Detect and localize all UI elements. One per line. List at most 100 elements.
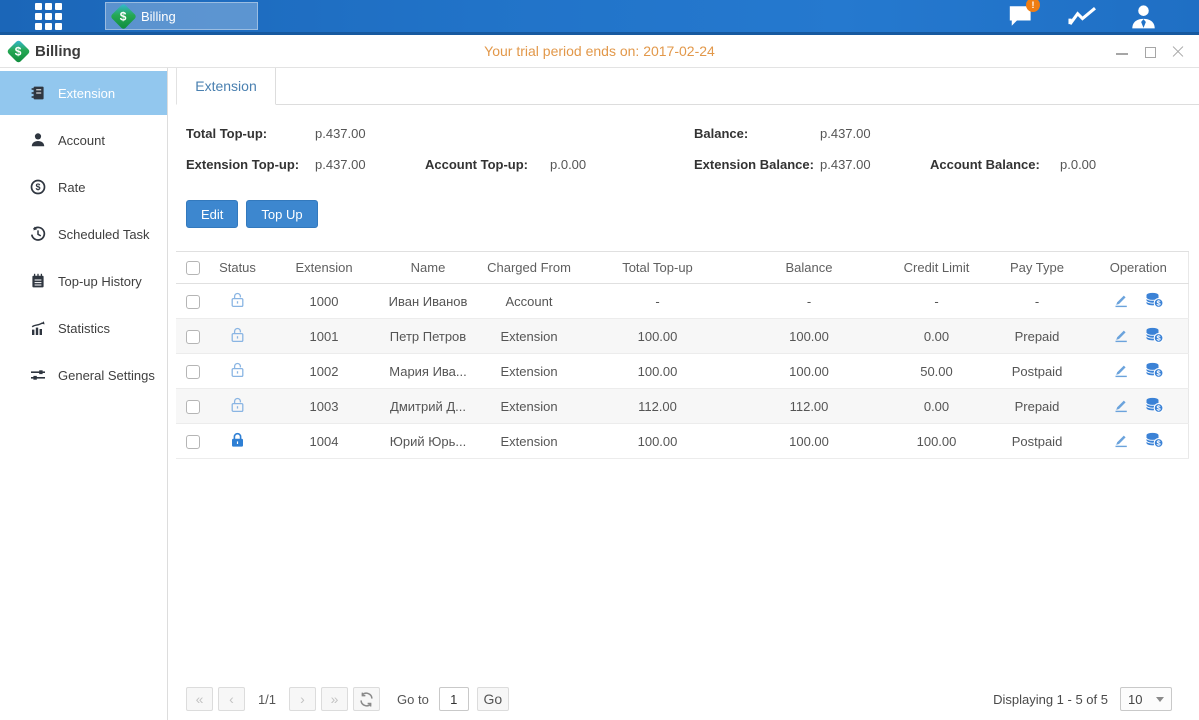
account-balance-label: Account Balance: xyxy=(930,157,1060,172)
status-unlocked-icon[interactable] xyxy=(230,327,245,346)
cell-name: Юрий Юрь... xyxy=(383,424,473,459)
top-up-row-icon[interactable]: $ xyxy=(1145,397,1164,416)
status-locked-icon[interactable] xyxy=(230,432,245,451)
top-up-button[interactable]: Top Up xyxy=(246,200,317,228)
extension-balance-label: Extension Balance: xyxy=(694,157,820,172)
bar-chart-icon xyxy=(30,320,46,336)
cell-name: Петр Петров xyxy=(383,319,473,354)
edit-row-icon[interactable] xyxy=(1113,397,1129,416)
messages-icon[interactable]: ! xyxy=(1005,2,1037,30)
cell-total-topup: 100.00 xyxy=(585,319,730,354)
edit-row-icon[interactable] xyxy=(1113,432,1129,451)
cell-extension: 1001 xyxy=(265,319,383,354)
column-header-total-topup: Total Top-up xyxy=(585,252,730,284)
top-up-row-icon[interactable]: $ xyxy=(1145,327,1164,346)
sidebar-item-label: Rate xyxy=(58,180,85,195)
top-up-row-icon[interactable]: $ xyxy=(1145,292,1164,311)
notification-badge: ! xyxy=(1026,0,1040,12)
clock-icon xyxy=(30,226,46,242)
sidebar-item-scheduled-task[interactable]: Scheduled Task xyxy=(0,212,167,256)
account-topup-label: Account Top-up: xyxy=(425,157,550,172)
maximize-button[interactable] xyxy=(1143,45,1157,59)
select-all-checkbox[interactable] xyxy=(186,261,200,275)
sidebar-item-account[interactable]: Account xyxy=(0,118,167,162)
balance-value: p.437.00 xyxy=(820,126,871,141)
cell-pay-type: Prepaid xyxy=(985,389,1089,424)
window-titlebar: $ Billing Your trial period ends on: 201… xyxy=(0,35,1199,68)
column-header-extension: Extension xyxy=(265,252,383,284)
minimize-button[interactable] xyxy=(1115,45,1129,59)
extension-topup-label: Extension Top-up: xyxy=(186,157,315,172)
page-size-value: 10 xyxy=(1128,692,1142,707)
cell-pay-type: - xyxy=(985,284,1089,319)
last-page-button[interactable]: » xyxy=(321,687,348,711)
trial-notice: Your trial period ends on: 2017-02-24 xyxy=(484,43,715,59)
sidebar-item-label: General Settings xyxy=(58,368,155,383)
window-title-group: $ Billing xyxy=(10,43,81,60)
cell-charged-from: Extension xyxy=(473,319,585,354)
sidebar-item-label: Account xyxy=(58,133,105,148)
cell-charged-from: Extension xyxy=(473,424,585,459)
summary-panel: Total Top-up: p.437.00 Extension Top-up:… xyxy=(186,105,1199,180)
cell-total-topup: 100.00 xyxy=(585,354,730,389)
sidebar-item-statistics[interactable]: Statistics xyxy=(0,306,167,350)
edit-button[interactable]: Edit xyxy=(186,200,238,228)
status-unlocked-icon[interactable] xyxy=(230,362,245,381)
top-up-row-icon[interactable]: $ xyxy=(1145,362,1164,381)
prev-page-button[interactable]: ‹ xyxy=(218,687,245,711)
cell-name: Дмитрий Д... xyxy=(383,389,473,424)
page-size-select[interactable]: 10 xyxy=(1120,687,1172,711)
column-header-credit-limit: Credit Limit xyxy=(888,252,985,284)
goto-label: Go to xyxy=(397,692,429,707)
goto-page-input[interactable] xyxy=(439,687,469,711)
edit-row-icon[interactable] xyxy=(1113,292,1129,311)
total-topup-label: Total Top-up: xyxy=(186,126,315,141)
row-checkbox[interactable] xyxy=(186,330,200,344)
row-checkbox[interactable] xyxy=(186,365,200,379)
action-buttons: Edit Top Up xyxy=(186,200,1199,228)
cell-charged-from: Extension xyxy=(473,354,585,389)
table-row: 1002 Мария Ива... Extension 100.00 100.0… xyxy=(176,354,1188,389)
column-header-operation: Operation xyxy=(1089,252,1188,284)
sidebar-item-rate[interactable]: $ Rate xyxy=(0,165,167,209)
refresh-button[interactable] xyxy=(353,687,380,711)
main-content: Extension Total Top-up: p.437.00 Extensi… xyxy=(168,68,1199,720)
edit-row-icon[interactable] xyxy=(1113,327,1129,346)
balance-label: Balance: xyxy=(694,126,820,141)
sidebar-item-extension[interactable]: Extension xyxy=(0,71,167,115)
column-header-charged-from: Charged From xyxy=(473,252,585,284)
taskbar-item-label: Billing xyxy=(141,9,176,24)
status-unlocked-icon[interactable] xyxy=(230,397,245,416)
row-checkbox[interactable] xyxy=(186,435,200,449)
extension-balance-value: p.437.00 xyxy=(820,157,930,172)
ledger-icon xyxy=(30,85,46,101)
cell-extension: 1003 xyxy=(265,389,383,424)
tab-extension[interactable]: Extension xyxy=(176,68,276,105)
resource-monitor-icon[interactable] xyxy=(1066,2,1098,30)
go-button[interactable]: Go xyxy=(477,687,509,711)
edit-row-icon[interactable] xyxy=(1113,362,1129,381)
status-unlocked-icon[interactable] xyxy=(230,292,245,311)
cell-balance: 112.00 xyxy=(730,389,888,424)
sidebar-item-label: Extension xyxy=(58,86,115,101)
close-button[interactable] xyxy=(1171,45,1185,59)
sidebar: Extension Account $ Rate Scheduled Task … xyxy=(0,68,168,720)
row-checkbox[interactable] xyxy=(186,295,200,309)
sidebar-item-label: Top-up History xyxy=(58,274,142,289)
app-launcher-icon[interactable] xyxy=(35,3,62,30)
billing-app-icon: $ xyxy=(110,3,137,30)
cell-balance: 100.00 xyxy=(730,319,888,354)
cell-credit-limit: 100.00 xyxy=(888,424,985,459)
table-row: 1003 Дмитрий Д... Extension 112.00 112.0… xyxy=(176,389,1188,424)
cell-extension: 1002 xyxy=(265,354,383,389)
top-up-row-icon[interactable]: $ xyxy=(1145,432,1164,451)
next-page-button[interactable]: › xyxy=(289,687,316,711)
sidebar-item-topup-history[interactable]: Top-up History xyxy=(0,259,167,303)
sidebar-item-general-settings[interactable]: General Settings xyxy=(0,353,167,397)
row-checkbox[interactable] xyxy=(186,400,200,414)
user-icon[interactable] xyxy=(1127,2,1159,30)
first-page-button[interactable]: « xyxy=(186,687,213,711)
extension-table: Status Extension Name Charged From Total… xyxy=(176,251,1189,459)
table-row: 1001 Петр Петров Extension 100.00 100.00… xyxy=(176,319,1188,354)
taskbar-item-billing[interactable]: $ Billing xyxy=(105,2,258,30)
